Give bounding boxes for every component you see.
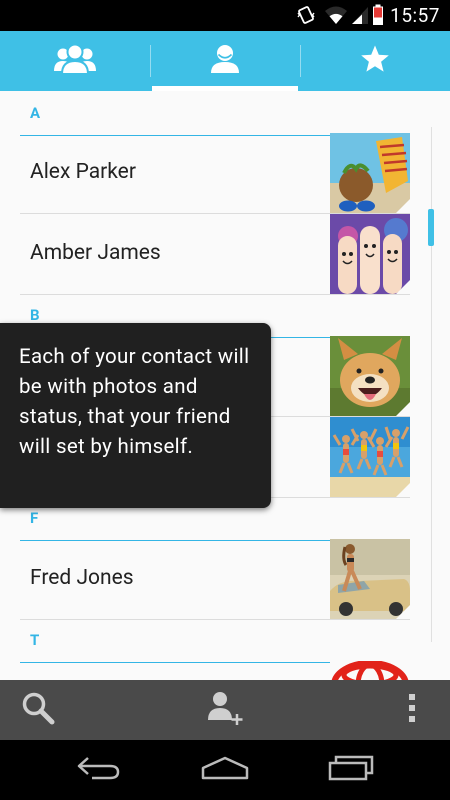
contact-row[interactable]: Amber James <box>20 214 410 295</box>
contact-photo[interactable] <box>330 661 410 680</box>
section-letter: T <box>30 631 40 649</box>
recent-apps-button[interactable] <box>324 750 378 790</box>
section-letter: B <box>30 306 40 324</box>
search-icon <box>21 691 55 729</box>
contact-photo[interactable] <box>330 417 410 497</box>
tab-contacts[interactable] <box>150 31 300 91</box>
section-header-a: A <box>20 91 410 136</box>
recent-apps-icon <box>328 755 374 785</box>
section-letter: F <box>30 509 39 527</box>
overflow-menu-button[interactable] <box>396 680 428 740</box>
contact-row[interactable]: Fred Jones <box>20 539 410 620</box>
person-icon <box>210 44 240 78</box>
star-icon <box>360 44 390 78</box>
back-icon <box>76 756 122 784</box>
battery-icon <box>372 4 384 30</box>
scrollbar-track <box>431 127 432 642</box>
contact-photo[interactable] <box>330 133 410 213</box>
cell-signal-icon <box>350 5 370 29</box>
home-icon <box>201 756 249 784</box>
system-nav-bar <box>0 740 450 800</box>
groups-icon <box>53 43 97 79</box>
contact-name: Alex Parker <box>30 160 136 184</box>
section-letter: A <box>30 104 41 122</box>
contact-photo[interactable] <box>330 214 410 294</box>
add-contact-icon <box>206 690 244 730</box>
overflow-menu-icon <box>408 693 416 727</box>
contact-name: Amber James <box>30 241 161 265</box>
contact-row[interactable] <box>20 661 410 680</box>
bottom-action-bar <box>0 680 450 740</box>
back-button[interactable] <box>72 750 126 790</box>
section-header-t: T <box>20 618 410 663</box>
contact-row[interactable]: Alex Parker <box>20 133 410 214</box>
tutorial-tooltip[interactable]: Each of your contact will be with photos… <box>0 323 271 508</box>
tab-groups[interactable] <box>0 31 150 91</box>
contact-photo[interactable] <box>330 539 410 619</box>
home-button[interactable] <box>198 750 252 790</box>
scrollbar-thumb[interactable] <box>428 209 434 246</box>
vibrate-icon <box>296 5 316 29</box>
tooltip-text: Each of your contact will be with photos… <box>19 345 250 459</box>
contact-name: Fred Jones <box>30 566 134 590</box>
tab-favorites[interactable] <box>300 31 450 91</box>
wifi-icon <box>324 5 348 29</box>
status-bar: 15:57 <box>0 0 450 31</box>
contact-photo[interactable] <box>330 336 410 416</box>
tab-bar <box>0 31 450 91</box>
search-button[interactable] <box>14 680 62 740</box>
add-contact-button[interactable] <box>200 680 250 740</box>
clock: 15:57 <box>390 4 440 27</box>
